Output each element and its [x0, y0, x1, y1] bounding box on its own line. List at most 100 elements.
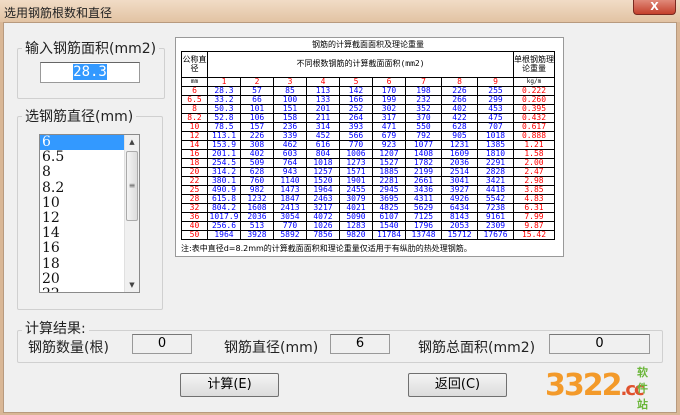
total-area-field: 0	[549, 334, 650, 354]
back-button[interactable]: 返回(C)	[408, 373, 507, 397]
area-cell: 236	[273, 121, 307, 132]
table-row: 18 254.5 509 764 1018 1273 1527 1782 2036 2291 2.0…	[181, 157, 555, 168]
calculate-button[interactable]: 计算(E)	[180, 373, 279, 397]
diameter-option[interactable]: 18	[40, 256, 125, 272]
diameter-option[interactable]: 20	[40, 271, 125, 287]
area-cell: 5542	[477, 193, 514, 204]
area-cell: 370	[405, 112, 442, 123]
area-cell: 264	[339, 112, 373, 123]
area-cell: 770	[273, 220, 307, 231]
area-cell: 199	[372, 94, 406, 105]
diameter-cell: 32	[181, 202, 208, 213]
area-cell: 3217	[306, 202, 340, 213]
diameter-cell: 6.5	[181, 94, 208, 105]
area-cell: 1017.9	[207, 211, 241, 222]
count-header: 1	[207, 76, 241, 87]
area-cell: 462	[273, 139, 307, 150]
area-cell: 1018	[477, 130, 514, 141]
area-cell: 7238	[477, 202, 514, 213]
weight-cell: 15.42	[513, 229, 555, 240]
area-cell: 142	[339, 85, 373, 96]
diameter-option[interactable]: 6.5	[40, 150, 125, 165]
area-cell: 106	[240, 112, 274, 123]
table-row: 6.5 33.2 66 100 133 166 199 232 266 299 0.260	[181, 94, 555, 105]
area-cell: 513	[240, 220, 274, 231]
area-cell: 1609	[441, 148, 478, 159]
scroll-thumb[interactable]: ≡	[126, 151, 138, 221]
scroll-down-icon[interactable]: ▼	[125, 278, 139, 292]
table-row: 8 50.3 101 151 201 252 302 352 402 453 0.395	[181, 103, 555, 114]
area-cell: 3079	[339, 193, 373, 204]
area-cell: 804	[306, 148, 340, 159]
listbox-scrollbar[interactable]: ▲ ≡ ▼	[124, 135, 139, 292]
table-row: 10 78.5 157 236 314 393 471 550 628 707 0.617	[181, 121, 555, 132]
area-cell: 982	[240, 184, 274, 195]
diameter-listbox[interactable]: 66.588.210121416182022 ▲ ≡ ▼	[39, 134, 140, 293]
weight-cell: 0.260	[513, 94, 555, 105]
area-cell: 792	[405, 130, 442, 141]
area-cell: 1520	[306, 175, 340, 186]
area-cell: 256.6	[207, 220, 241, 231]
table-row: 22 380.1 760 1140 1520 1901 2281 2661 3041 3421 2.…	[181, 175, 555, 186]
diameter-cell: 25	[181, 184, 208, 195]
diameter-option[interactable]: 10	[40, 195, 125, 211]
area-cell: 302	[372, 103, 406, 114]
area-cell: 85	[273, 85, 307, 96]
title-bar: 选用钢筋根数和直径 X	[0, 0, 680, 22]
area-cell: 628	[441, 121, 478, 132]
diameter-option[interactable]: 8	[40, 165, 125, 180]
table-title: 钢筋的计算截面面积及理论重量	[181, 40, 555, 52]
area-cell: 1018	[306, 157, 340, 168]
table-row: 6 28.3 57 85 113 142 170 198 226 255 0.222	[181, 85, 555, 96]
area-cell: 1231	[441, 139, 478, 150]
diameter-option[interactable]: 14	[40, 226, 125, 241]
table-row: 8.2 52.8 106 158 211 264 317 370 422 475 0.432	[181, 112, 555, 123]
area-cell: 402	[240, 148, 274, 159]
diameter-option[interactable]: 8.2	[40, 180, 125, 196]
area-cell: 232	[405, 94, 442, 105]
diameter-option[interactable]: 16	[40, 241, 125, 256]
diameter-option[interactable]: 6	[40, 135, 125, 151]
area-cell: 2661	[405, 175, 442, 186]
area-cell: 380.1	[207, 175, 241, 186]
area-cell: 317	[372, 112, 406, 123]
scroll-up-icon[interactable]: ▲	[125, 135, 139, 149]
area-cell: 1885	[372, 166, 406, 177]
weight-cell: 0.888	[513, 130, 555, 141]
weight-cell: 4.83	[513, 193, 555, 204]
area-cell: 314	[306, 121, 340, 132]
weight-header: 单根钢筋理论重量	[513, 50, 555, 78]
area-cell: 453	[477, 103, 514, 114]
count-field: 0	[132, 334, 192, 354]
area-cell: 6107	[372, 211, 406, 222]
area-cell: 6434	[441, 202, 478, 213]
area-cell: 3041	[441, 175, 478, 186]
diameter-cell: 36	[181, 211, 208, 222]
close-button[interactable]: X	[633, 0, 676, 15]
area-cell: 201.1	[207, 148, 241, 159]
diameter-option[interactable]: 22	[40, 286, 125, 292]
area-cell: 1006	[339, 148, 373, 159]
area-cell: 4311	[405, 193, 442, 204]
area-cell: 50.3	[207, 103, 241, 114]
area-cell: 1473	[273, 184, 307, 195]
diameter-option[interactable]: 12	[40, 210, 125, 226]
area-cell: 170	[372, 85, 406, 96]
area-cell: 5629	[405, 202, 442, 213]
area-cell: 615.8	[207, 193, 241, 204]
diameter-cell: 22	[181, 175, 208, 186]
area-input[interactable]: 28.3	[40, 62, 140, 83]
area-cell: 226	[240, 130, 274, 141]
area-cell: 616	[306, 139, 340, 150]
count-header: 3	[273, 76, 307, 87]
area-cell: 4072	[306, 211, 340, 222]
table-row: 50 1964 3928 5892 7856 9820 11784 13748 15712 176…	[181, 229, 555, 240]
diameter-cell: 18	[181, 157, 208, 168]
diameter-cell: 14	[181, 139, 208, 150]
area-group-label: 输入钢筋面积(mm2)	[22, 38, 160, 58]
area-cell: 2945	[372, 184, 406, 195]
area-cell: 1810	[477, 148, 514, 159]
area-cell: 13748	[405, 229, 442, 240]
weight-cell: 0.617	[513, 121, 555, 132]
area-cell: 7856	[306, 229, 340, 240]
